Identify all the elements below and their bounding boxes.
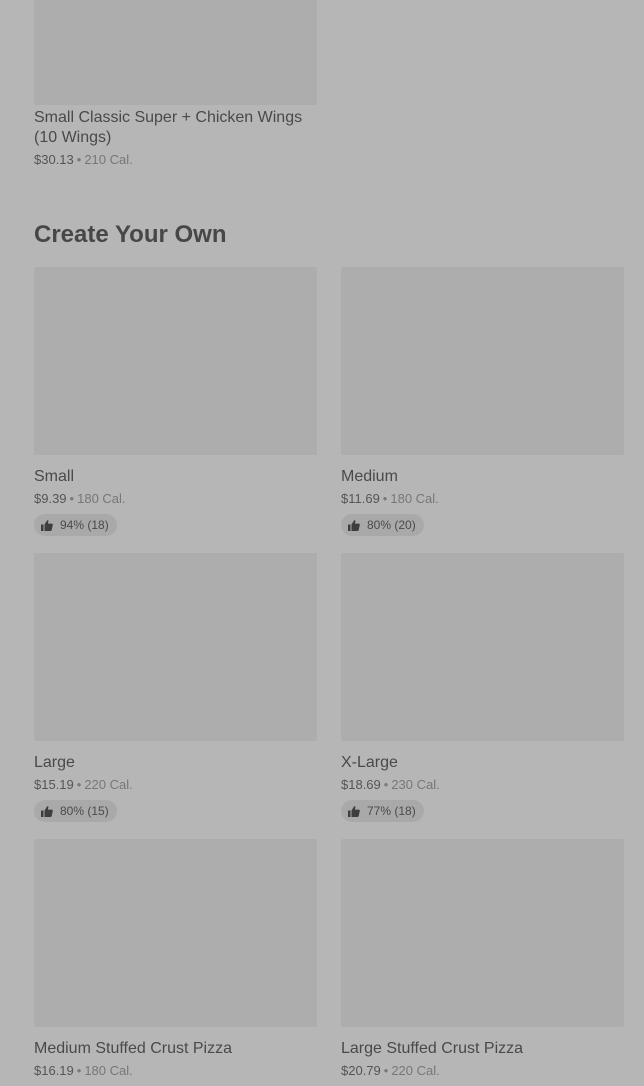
menu-item-meta: $16.19 • 180 Cal.: [34, 1062, 317, 1080]
menu-item-name: Small Classic Super + Chicken Wings (10 …: [34, 109, 303, 146]
menu-item-meta: $11.69 • 180 Cal.: [341, 490, 624, 508]
menu-item-meta: $15.19 • 220 Cal.: [34, 776, 317, 794]
separator-dot: •: [76, 777, 82, 792]
menu-item-card[interactable]: Large $15.19 • 220 Cal. 80% (15): [34, 553, 317, 822]
separator-dot: •: [382, 491, 388, 506]
menu-item-image[interactable]: [341, 267, 624, 455]
thumbs-up-icon: [348, 805, 360, 817]
menu-item-card[interactable]: Large Stuffed Crust Pizza $20.79 • 220 Cal…: [341, 839, 624, 1080]
menu-item-image[interactable]: [341, 839, 624, 1027]
menu-item-price: $9.39: [34, 491, 67, 506]
menu-item-name: Large Stuffed Crust Pizza: [341, 1040, 524, 1057]
menu-item-price: $20.79: [341, 1063, 381, 1078]
menu-item-name: Large: [34, 754, 75, 771]
menu-item-card[interactable]: Small $9.39 • 180 Cal. 94% (18): [34, 267, 317, 536]
menu-item-card[interactable]: Medium $11.69 • 180 Cal. 80% (20): [341, 267, 624, 536]
separator-dot: •: [76, 152, 82, 167]
menu-item-card[interactable]: X-Large $18.69 • 230 Cal. 77% (18): [341, 553, 624, 822]
section-title: Create Your Own: [34, 221, 227, 248]
thumbs-up-icon: [348, 519, 360, 531]
menu-item-price: $15.19: [34, 777, 74, 792]
rating-badge: 77% (18): [341, 800, 424, 822]
menu-item-image[interactable]: [34, 267, 317, 455]
menu-item-calories: 210 Cal.: [84, 152, 133, 167]
menu-item-price: $30.13: [34, 152, 74, 167]
menu-item-calories: 180 Cal.: [84, 1063, 133, 1078]
menu-item-card[interactable]: Small Classic Super + Chicken Wings (10 …: [34, 0, 317, 169]
separator-dot: •: [383, 1063, 389, 1078]
menu-item-card[interactable]: Medium Stuffed Crust Pizza $16.19 • 180 Ca…: [34, 839, 317, 1080]
menu-item-calories: 180 Cal.: [390, 491, 439, 506]
menu-item-calories: 230 Cal.: [391, 777, 440, 792]
menu-item-image[interactable]: [34, 839, 317, 1027]
rating-badge: 80% (20): [341, 514, 424, 536]
menu-item-price: $11.69: [341, 491, 380, 506]
menu-item-name: Small: [34, 468, 75, 485]
menu-item-image[interactable]: [34, 553, 317, 741]
menu-item-price: $18.69: [341, 777, 381, 792]
rating-text: 94% (18): [60, 518, 109, 532]
separator-dot: •: [76, 1063, 82, 1078]
rating-text: 77% (18): [367, 804, 416, 818]
menu-item-meta: $9.39 • 180 Cal.: [34, 490, 317, 508]
menu-item-image[interactable]: [34, 0, 317, 105]
menu-item-name: X-Large: [341, 754, 398, 771]
menu-page: Small Classic Super + Chicken Wings (10 …: [0, 0, 644, 1086]
thumbs-up-icon: [41, 519, 53, 531]
separator-dot: •: [383, 777, 389, 792]
menu-item-price: $16.19: [34, 1063, 74, 1078]
menu-item-image[interactable]: [341, 553, 624, 741]
menu-item-calories: 180 Cal.: [77, 491, 126, 506]
menu-item-name: Medium Stuffed Crust Pizza: [34, 1040, 233, 1057]
menu-item-name: Medium: [341, 468, 398, 485]
separator-dot: •: [69, 491, 75, 506]
menu-item-calories: 220 Cal.: [391, 1063, 440, 1078]
rating-badge: 80% (15): [34, 800, 117, 822]
rating-text: 80% (15): [60, 804, 109, 818]
rating-badge: 94% (18): [34, 514, 117, 536]
menu-item-meta: $18.69 • 230 Cal.: [341, 776, 624, 794]
menu-item-calories: 220 Cal.: [84, 777, 133, 792]
rating-text: 80% (20): [367, 518, 416, 532]
menu-item-meta: $20.79 • 220 Cal.: [341, 1062, 624, 1080]
menu-item-meta: $30.13 • 210 Cal.: [34, 151, 317, 169]
thumbs-up-icon: [41, 805, 53, 817]
